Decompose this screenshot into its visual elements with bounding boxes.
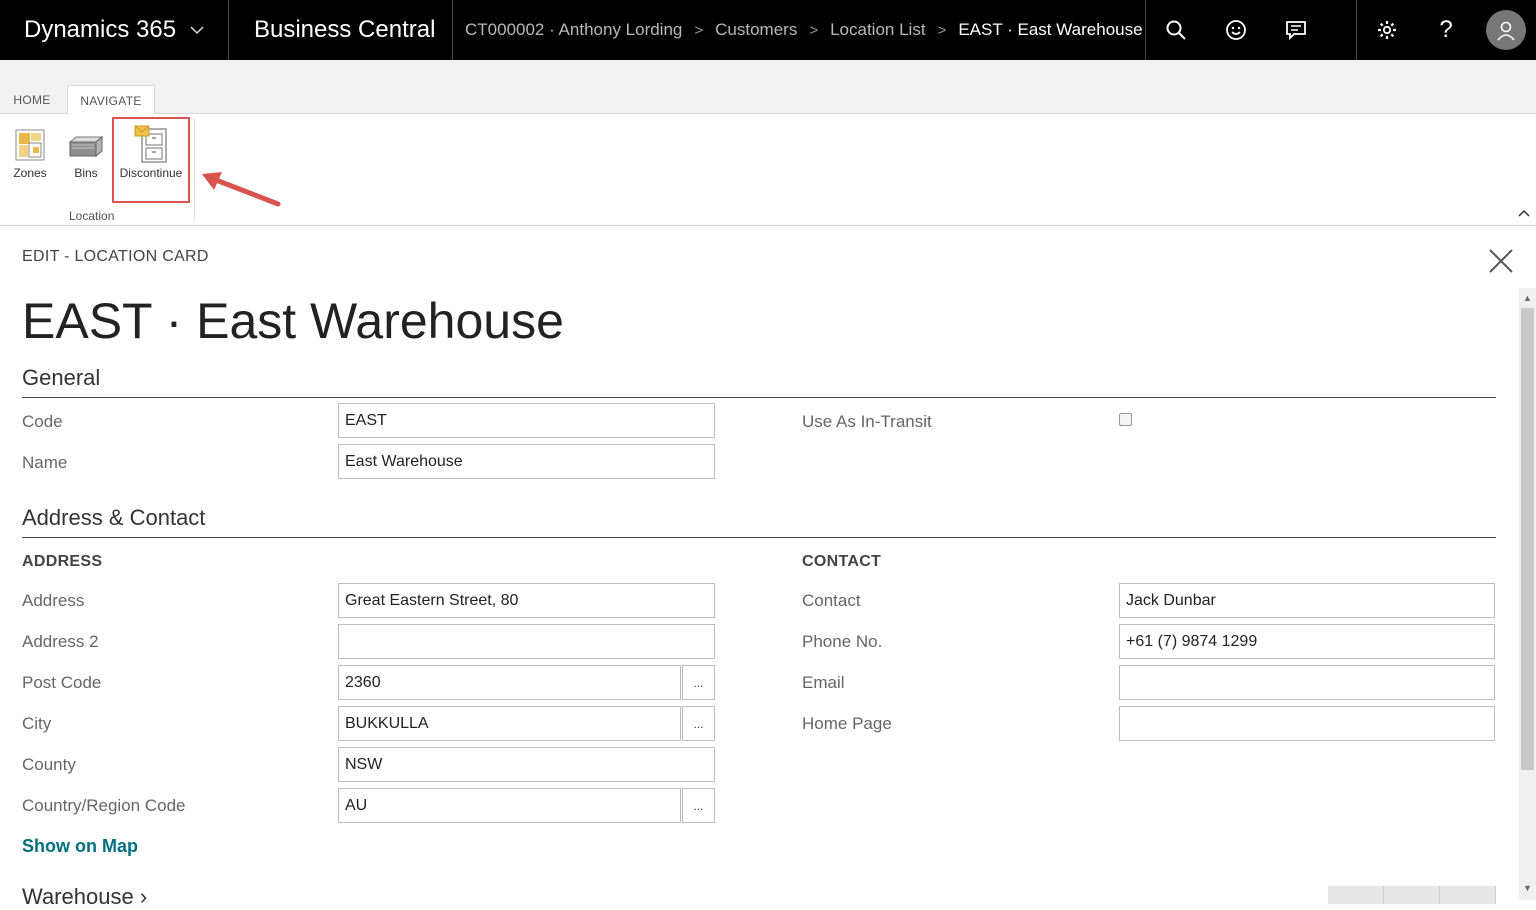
app-launcher[interactable]: Dynamics 365 [0,0,229,60]
bins-icon [68,124,104,166]
show-on-map-link[interactable]: Show on Map [22,836,138,857]
address-label: Address [22,591,85,610]
chevron-right-icon: > [937,21,947,39]
tab-navigate[interactable]: NAVIGATE [67,85,155,115]
column-stub [1440,886,1496,904]
contact-subheading: CONTACT [802,553,882,570]
zones-button[interactable]: Zones [8,124,52,180]
home-page-label: Home Page [802,714,892,733]
post-code-label: Post Code [22,673,102,692]
county-label: County [22,755,76,774]
breadcrumb-current: EAST · East Warehouse [958,20,1143,39]
email-field[interactable] [1119,665,1495,700]
code-label: Code [22,412,63,431]
country-label: Country/Region Code [22,796,186,815]
smile-icon[interactable] [1206,0,1266,60]
scroll-up-icon[interactable]: ▲ [1521,290,1534,306]
bins-button[interactable]: Bins [64,124,108,180]
in-transit-checkbox[interactable] [1119,413,1132,426]
name-field[interactable]: East Warehouse [338,444,715,479]
section-divider [22,397,1496,398]
top-bar: Dynamics 365 Business Central CT000002 ·… [0,0,1536,60]
zones-label: Zones [13,166,47,180]
warehouse-title-text: Warehouse [22,884,134,909]
ribbon-group-divider [194,118,195,222]
phone-label: Phone No. [802,632,883,651]
post-code-lookup-button[interactable]: ... [682,665,715,700]
app-name: Dynamics 365 [24,16,177,43]
city-label: City [22,714,52,733]
search-icon[interactable] [1146,0,1206,60]
page-title: EAST · East Warehouse [22,293,564,349]
collapse-ribbon-icon[interactable] [1518,204,1530,220]
annotation-arrow [198,168,284,217]
in-transit-label: Use As In-Transit [802,412,932,431]
user-avatar-icon[interactable] [1476,0,1536,60]
chevron-down-icon [190,22,204,38]
country-lookup-button[interactable]: ... [682,788,715,823]
chevron-right-icon: › [139,884,148,909]
section-divider [22,537,1496,538]
column-stub [1328,886,1384,904]
post-code-field[interactable]: 2360 [338,665,681,700]
bins-label: Bins [74,166,98,180]
address-field[interactable]: Great Eastern Street, 80 [338,583,715,618]
close-icon[interactable] [1488,248,1514,274]
ribbon-group-label: Location [69,209,115,223]
chevron-right-icon: > [809,21,819,39]
gear-icon[interactable] [1356,0,1416,60]
scroll-down-icon[interactable]: ▼ [1521,880,1534,896]
city-field[interactable]: BUKKULLA [338,706,681,741]
top-bar-actions: ? [1146,0,1536,60]
zones-icon [12,124,48,166]
address2-label: Address 2 [22,632,99,651]
discontinue-highlight-box [112,117,190,203]
code-field[interactable]: EAST [338,403,715,438]
breadcrumb: CT000002 · Anthony Lording > Customers >… [453,0,1146,60]
county-field[interactable]: NSW [338,747,715,782]
section-warehouse-title[interactable]: Warehouse › [22,884,147,910]
email-label: Email [802,673,845,692]
ribbon-tab-bar: HOME NAVIGATE [0,60,1536,115]
phone-field[interactable]: +61 (7) 9874 1299 [1119,624,1495,659]
help-icon[interactable]: ? [1416,0,1476,60]
section-general-title[interactable]: General [22,365,100,391]
column-stub [1384,886,1440,904]
tab-home[interactable]: HOME [4,85,60,114]
chevron-right-icon: > [694,21,704,39]
contact-label: Contact [802,591,861,610]
breadcrumb-customers[interactable]: Customers [715,20,797,40]
warehouse-header-strip [1328,886,1496,904]
address-subheading: ADDRESS [22,553,103,570]
product-name[interactable]: Business Central [229,0,453,60]
address2-field[interactable] [338,624,715,659]
feedback-icon[interactable] [1266,0,1326,60]
avatar [1486,10,1526,50]
help-glyph: ? [1439,16,1453,43]
section-address-contact-title[interactable]: Address & Contact [22,505,205,531]
name-label: Name [22,453,68,472]
country-field[interactable]: AU [338,788,681,823]
breadcrumb-location-list[interactable]: Location List [830,20,925,40]
contact-field[interactable]: Jack Dunbar [1119,583,1495,618]
breadcrumb-company[interactable]: CT000002 · Anthony Lording [465,20,682,40]
home-page-field[interactable] [1119,706,1495,741]
card-mode-label: EDIT - LOCATION CARD [22,248,209,265]
scrollbar-thumb[interactable] [1521,308,1534,770]
city-lookup-button[interactable]: ... [682,706,715,741]
